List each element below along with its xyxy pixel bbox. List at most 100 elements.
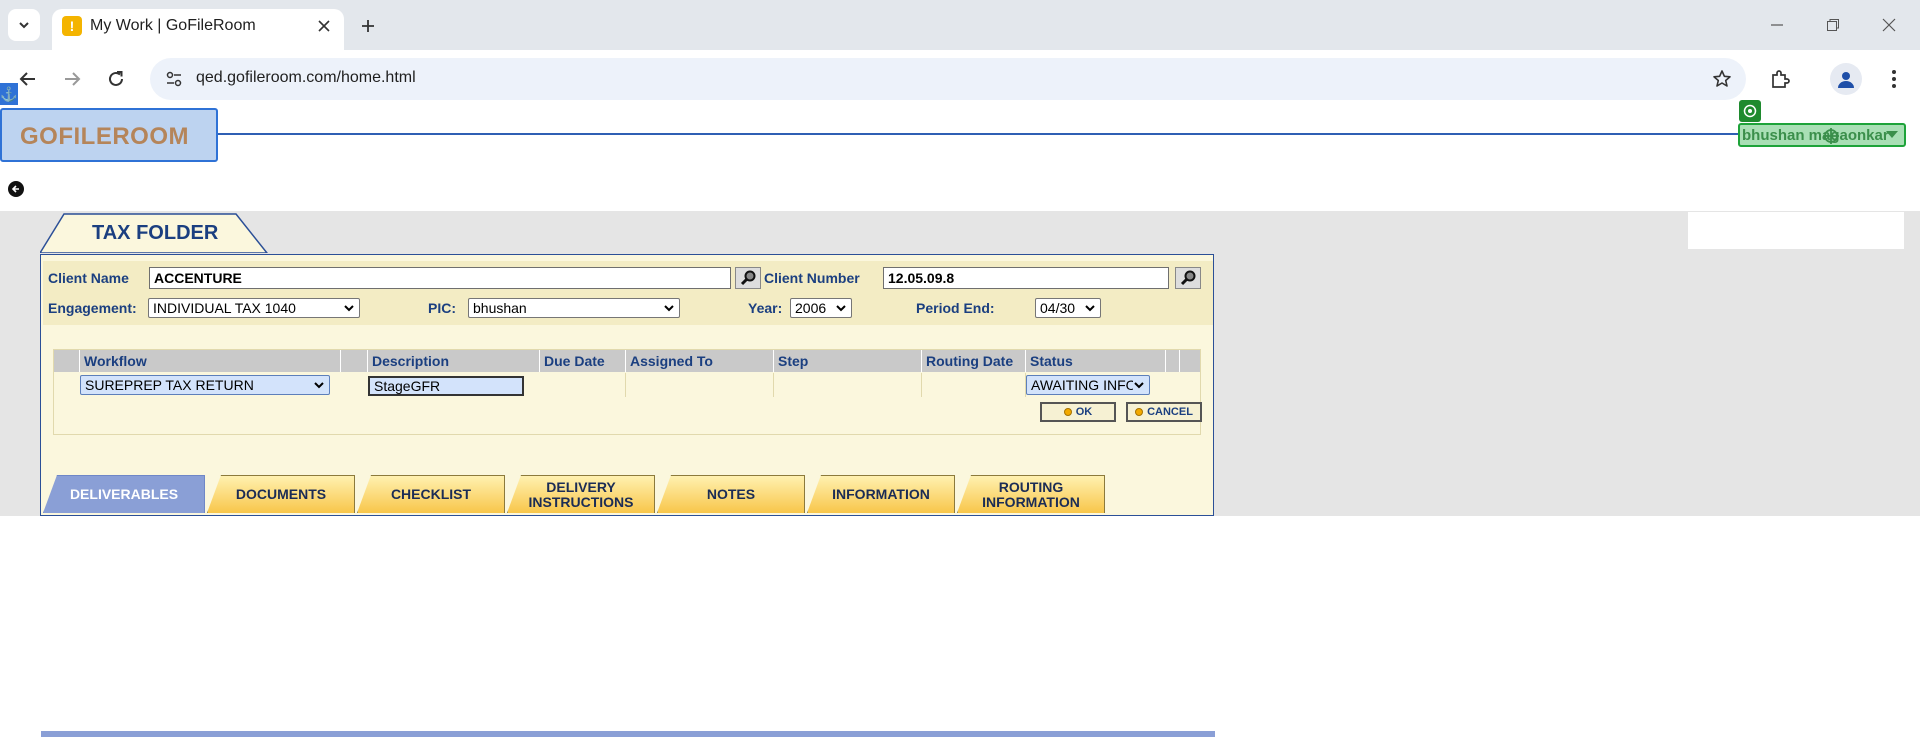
user-name: bhushan magaonkar (1742, 127, 1889, 144)
routing-date-cell (922, 373, 1026, 397)
table-row: SUREPREP TAX RETURN StageGFR AWAITING IN… (54, 373, 1200, 397)
year-select[interactable]: 2006 (790, 298, 852, 318)
minimize-icon (1771, 24, 1783, 26)
header-divider (218, 133, 1738, 135)
tab-baseline (41, 731, 1215, 737)
plus-icon (362, 20, 374, 32)
column-header-description: Description (368, 350, 540, 372)
chevron-down-icon (836, 305, 846, 312)
back-circle-button[interactable] (8, 181, 24, 197)
url-text: qed.gofileroom.com/home.html (196, 69, 416, 86)
tab-label: NOTES (706, 486, 756, 502)
reload-icon (109, 71, 123, 86)
engagement-select[interactable]: INDIVIDUAL TAX 1040 (148, 298, 360, 318)
header-spacer (54, 350, 80, 372)
blank-panel (1688, 212, 1904, 249)
more-vert-icon (1892, 70, 1896, 88)
tab-title: My Work | GoFileRoom (90, 17, 256, 34)
browser-toolbar: qed.gofileroom.com/home.html (0, 50, 1920, 108)
column-header-due-date: Due Date (540, 350, 626, 372)
anchor-icon: ⚓ (0, 83, 18, 105)
status-select[interactable]: AWAITING INFO (1026, 375, 1150, 395)
period-end-label: Period End: (916, 300, 995, 316)
client-name-label: Client Name (48, 270, 129, 286)
tab-close-button[interactable] (312, 14, 336, 38)
restore-button[interactable] (1820, 12, 1846, 38)
due-date-cell (540, 373, 626, 397)
tab-notes[interactable]: NOTES (657, 475, 805, 513)
tab-search-button[interactable] (8, 9, 40, 41)
chevron-down-icon (344, 305, 354, 312)
ok-dot-icon (1063, 408, 1072, 416)
minimize-button[interactable] (1764, 12, 1790, 38)
workflow-select[interactable]: SUREPREP TAX RETURN (80, 375, 330, 395)
tab-label: DELIVERABLES (69, 486, 179, 502)
column-header-status: Status (1026, 350, 1166, 372)
tax-folder-tab: TAX FOLDER (40, 213, 268, 253)
status-value: AWAITING INFO (1031, 377, 1137, 393)
logo-text: GOFILEROOM (20, 123, 189, 150)
browser-menu-button[interactable] (1878, 63, 1910, 95)
header-spacer (340, 350, 368, 372)
tax-folder-panel: Client Name ACCENTURE Client Number 12.0… (40, 254, 1215, 737)
address-bar[interactable]: qed.gofileroom.com/home.html (150, 58, 1746, 100)
description-field[interactable]: StageGFR (368, 376, 524, 396)
page: ⚓ GOFILEROOM bhushan magaonkar TAX FOLDE… (0, 83, 1920, 737)
star-icon (1713, 70, 1731, 87)
tab-label: CHECKLIST (390, 486, 472, 502)
browser-tabstrip: ! My Work | GoFileRoom (0, 0, 1920, 50)
bookmark-button[interactable] (1710, 67, 1734, 91)
column-header-assigned-to: Assigned To (626, 350, 774, 372)
close-window-button[interactable] (1876, 12, 1902, 38)
tab-information[interactable]: INFORMATION (807, 475, 955, 513)
tab-deliverables[interactable]: DELIVERABLES (43, 475, 205, 513)
forward-button[interactable] (56, 63, 88, 95)
step-cell (774, 373, 922, 397)
workflow-value: SUREPREP TAX RETURN (85, 377, 254, 393)
client-number-label: Client Number (764, 270, 860, 286)
year-label: Year: (748, 300, 783, 316)
user-menu[interactable]: bhushan magaonkar (1738, 123, 1906, 147)
engagement-value: INDIVIDUAL TAX 1040 (153, 300, 296, 316)
profile-button[interactable] (1830, 63, 1862, 95)
chevron-down-icon (1085, 305, 1095, 312)
reload-button[interactable] (100, 63, 132, 95)
arrow-left-icon (19, 72, 35, 86)
site-info-button[interactable] (162, 67, 186, 91)
engagement-label: Engagement: (48, 300, 137, 316)
period-end-select[interactable]: 04/30 (1035, 298, 1101, 318)
gofileroom-favicon-icon: ! (62, 16, 82, 36)
client-number-lookup-button[interactable] (1175, 267, 1201, 289)
logo[interactable]: GOFILEROOM (0, 108, 218, 162)
magnifier-icon (740, 270, 756, 286)
target-icon (1739, 100, 1761, 122)
tab-label: DOCUMENTS (235, 486, 327, 502)
new-tab-button[interactable] (352, 10, 384, 42)
client-name-lookup-button[interactable] (735, 267, 761, 289)
tune-icon (166, 71, 182, 87)
tax-folder-title: TAX FOLDER (92, 222, 219, 244)
ok-button[interactable]: OK (1040, 402, 1116, 422)
tab-documents[interactable]: DOCUMENTS (207, 475, 355, 513)
extensions-button[interactable] (1764, 63, 1796, 95)
tab-routing-information[interactable]: ROUTING INFORMATION (957, 475, 1105, 513)
column-header-routing-date: Routing Date (922, 350, 1026, 372)
pic-select[interactable]: bhushan (468, 298, 680, 318)
browser-tab[interactable]: ! My Work | GoFileRoom (52, 9, 344, 50)
crosshair-icon (1823, 128, 1839, 144)
cancel-button[interactable]: CANCEL (1126, 402, 1202, 422)
magnifier-icon (1180, 270, 1196, 286)
puzzle-icon (1772, 70, 1790, 88)
chevron-down-icon (19, 22, 29, 29)
period-end-value: 04/30 (1040, 300, 1076, 316)
caret-down-icon (1886, 131, 1898, 138)
chevron-down-icon (314, 382, 324, 389)
client-name-field[interactable]: ACCENTURE (149, 267, 731, 289)
ok-label: OK (1075, 406, 1093, 418)
tab-label: ROUTING INFORMATION (982, 478, 1080, 510)
arrow-right-icon (65, 72, 81, 86)
close-icon (318, 20, 330, 32)
tab-delivery-instructions[interactable]: DELIVERY INSTRUCTIONS (507, 475, 655, 513)
client-number-field[interactable]: 12.05.09.8 (883, 267, 1169, 289)
tab-checklist[interactable]: CHECKLIST (357, 475, 505, 513)
